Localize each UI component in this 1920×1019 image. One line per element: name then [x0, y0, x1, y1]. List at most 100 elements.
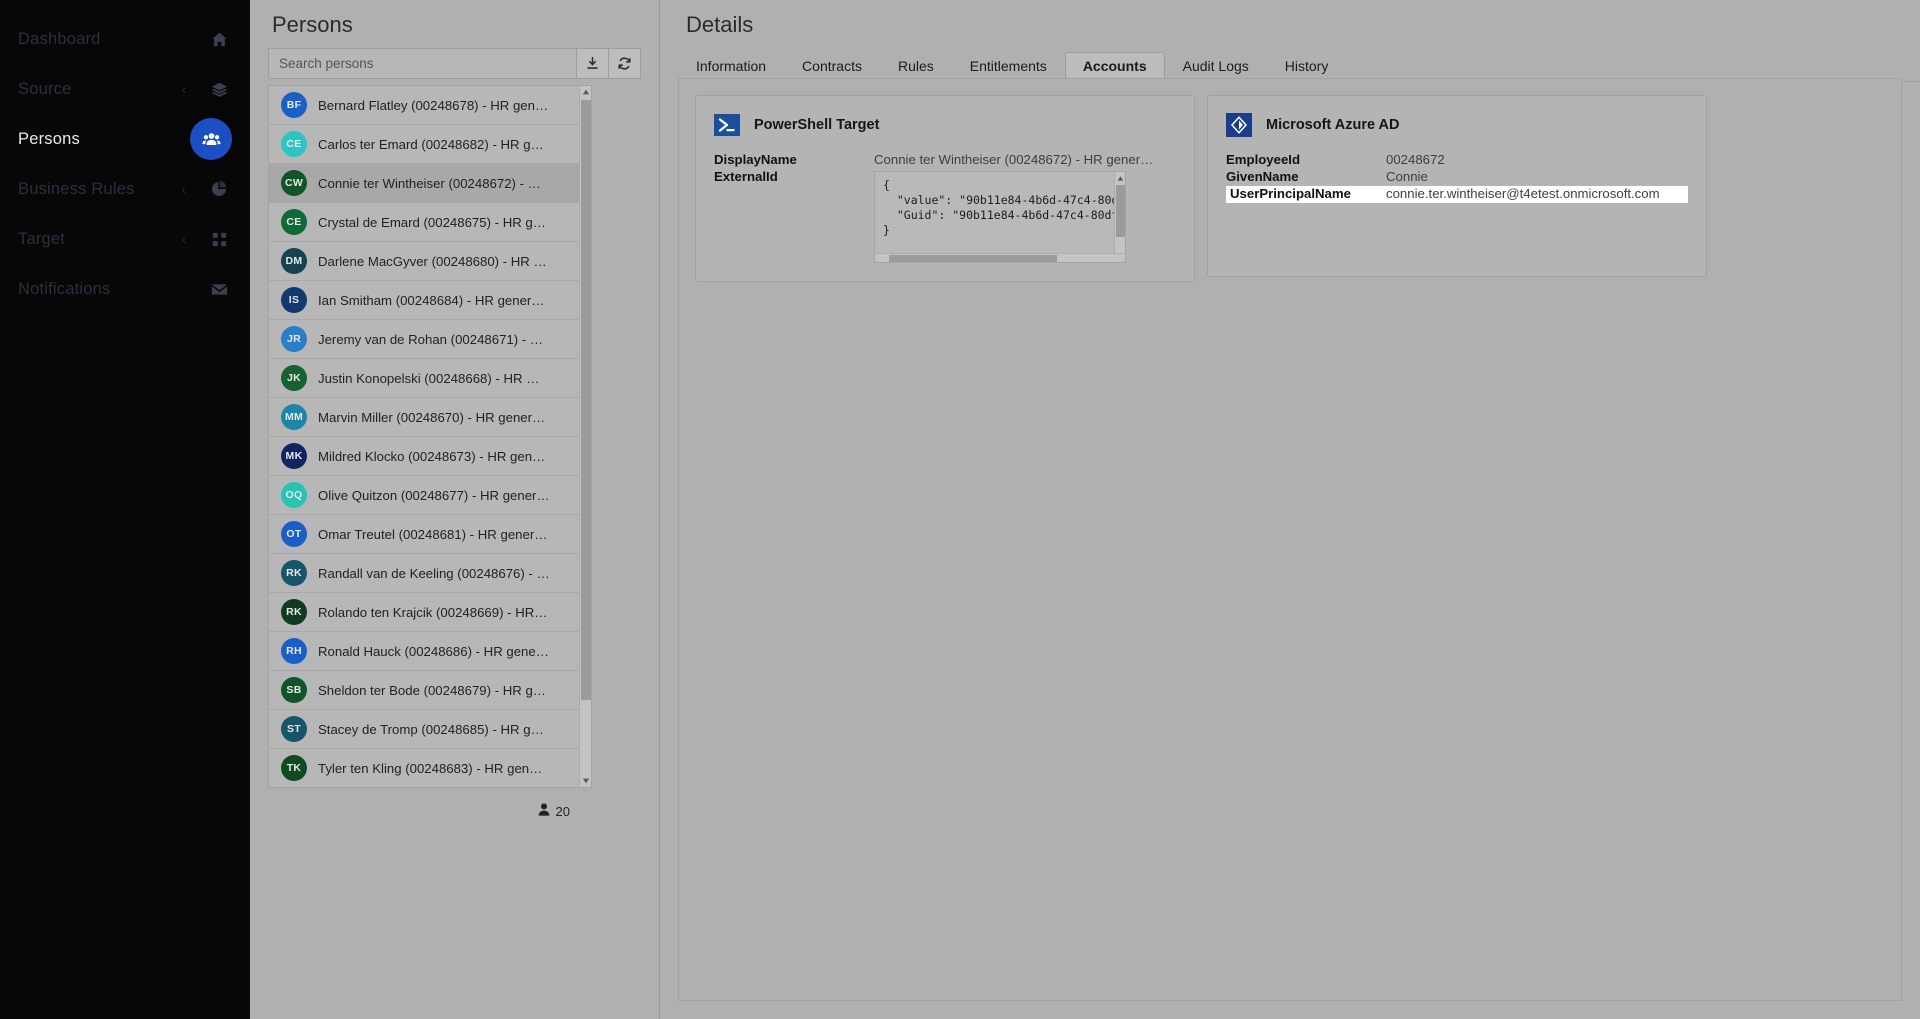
- details-pane: Details Information Contracts Rules Entitle…: [660, 0, 1920, 1019]
- avatar: RK: [281, 560, 307, 586]
- home-icon: [206, 26, 232, 52]
- persons-list[interactable]: BF Bernard Flatley (00248678) - HR gen… CE…: [269, 86, 579, 787]
- externalid-code-box[interactable]: { "value": "90b11e84-4b6d-47c4-80df-60d …: [874, 171, 1126, 263]
- attribute-row-externalid: ExternalId { "value": "90b11e84-4b6d-47c…: [714, 169, 1176, 263]
- azure-ad-card: Microsoft Azure AD EmployeeId 00248672 Giv…: [1207, 95, 1707, 277]
- person-list-item[interactable]: CW Connie ter Wintheiser (00248672) - …: [269, 164, 579, 203]
- person-list-item[interactable]: SB Sheldon ter Bode (00248679) - HR g…: [269, 671, 579, 710]
- attribute-value: Connie: [1386, 169, 1428, 184]
- app-window: Dashboard Source ‹ Persons Business Rules ‹ Ta…: [0, 0, 1920, 1019]
- avatar: CE: [281, 209, 307, 235]
- attribute-row: GivenName Connie: [1226, 169, 1688, 186]
- code-horizontal-scrollbar[interactable]: [875, 253, 1125, 262]
- code-scroll-up-icon[interactable]: [1115, 172, 1125, 184]
- search-input[interactable]: [268, 48, 577, 79]
- person-name-label: Carlos ter Emard (00248682) - HR g…: [318, 136, 544, 152]
- person-list-item[interactable]: TK Tyler ten Kling (00248683) - HR gen…: [269, 749, 579, 787]
- person-list-item[interactable]: CE Crystal de Emard (00248675) - HR g…: [269, 203, 579, 242]
- sidebar-item-business-rules[interactable]: Business Rules ‹: [0, 164, 250, 214]
- avatar: ST: [281, 716, 307, 742]
- person-list-item[interactable]: RH Ronald Hauck (00248686) - HR gene…: [269, 632, 579, 671]
- person-list-item[interactable]: RK Randall van de Keeling (00248676) - …: [269, 554, 579, 593]
- account-cards-row: PowerShell Target DisplayName Connie ter…: [695, 95, 1885, 282]
- person-list-item[interactable]: OT Omar Treutel (00248681) - HR gener…: [269, 515, 579, 554]
- person-list-item[interactable]: CE Carlos ter Emard (00248682) - HR g…: [269, 125, 579, 164]
- people-icon: [190, 118, 232, 160]
- person-list-item[interactable]: IS Ian Smitham (00248684) - HR gener…: [269, 281, 579, 320]
- scroll-down-arrow-icon[interactable]: [580, 775, 591, 787]
- code-vertical-scrollbar[interactable]: [1114, 172, 1125, 262]
- powershell-icon: [714, 112, 740, 138]
- page-title: Persons: [272, 12, 353, 37]
- avatar: CW: [281, 170, 307, 196]
- code-scrollbar-thumb[interactable]: [1116, 185, 1125, 237]
- details-title: Details: [686, 12, 754, 37]
- sidebar-item-label: Business Rules: [18, 179, 135, 198]
- person-list-item[interactable]: ST Stacey de Tromp (00248685) - HR g…: [269, 710, 579, 749]
- person-name-label: Omar Treutel (00248681) - HR gener…: [318, 526, 548, 542]
- avatar: OQ: [281, 482, 307, 508]
- scrollbar-thumb[interactable]: [581, 100, 591, 700]
- sidebar-item-persons[interactable]: Persons: [0, 114, 250, 164]
- azure-ad-icon: [1226, 112, 1252, 138]
- avatar: DM: [281, 248, 307, 274]
- attribute-key: UserPrincipalName: [1226, 186, 1386, 203]
- refresh-button[interactable]: [609, 48, 641, 79]
- person-list-item[interactable]: DM Darlene MacGyver (00248680) - HR …: [269, 242, 579, 281]
- person-name-label: Tyler ten Kling (00248683) - HR gen…: [318, 760, 543, 776]
- sidebar-item-source[interactable]: Source ‹: [0, 64, 250, 114]
- card-header: PowerShell Target: [714, 112, 1176, 138]
- code-hscrollbar-thumb[interactable]: [889, 255, 1057, 262]
- person-list-item[interactable]: JK Justin Konopelski (00248668) - HR …: [269, 359, 579, 398]
- card-title: PowerShell Target: [754, 117, 880, 133]
- persons-count: 20: [555, 803, 570, 819]
- person-name-label: Crystal de Emard (00248675) - HR g…: [318, 214, 546, 230]
- attribute-key: GivenName: [1226, 169, 1299, 184]
- chevron-left-icon[interactable]: ‹: [180, 232, 188, 246]
- export-button[interactable]: [577, 48, 609, 79]
- person-name-label: Justin Konopelski (00248668) - HR …: [318, 370, 540, 386]
- avatar: RH: [281, 638, 307, 664]
- attribute-key: ExternalId: [714, 169, 778, 184]
- attribute-row-displayname: DisplayName Connie ter Wintheiser (00248…: [714, 152, 1176, 167]
- avatar: OT: [281, 521, 307, 547]
- avatar: SB: [281, 677, 307, 703]
- powershell-target-card: PowerShell Target DisplayName Connie ter…: [695, 95, 1195, 282]
- persons-list-scrollbar[interactable]: [579, 86, 591, 787]
- chevron-left-icon[interactable]: ‹: [180, 182, 188, 196]
- avatar: MM: [281, 404, 307, 430]
- download-icon: [585, 56, 600, 71]
- person-list-item[interactable]: MM Marvin Miller (00248670) - HR gener…: [269, 398, 579, 437]
- avatar: JK: [281, 365, 307, 391]
- persons-toolbar: [250, 48, 659, 79]
- person-list-item[interactable]: MK Mildred Klocko (00248673) - HR gen…: [269, 437, 579, 476]
- sidebar-item-dashboard[interactable]: Dashboard: [0, 14, 250, 64]
- person-list-item[interactable]: BF Bernard Flatley (00248678) - HR gen…: [269, 86, 579, 125]
- person-name-label: Mildred Klocko (00248673) - HR gen…: [318, 448, 546, 464]
- chevron-left-icon[interactable]: ‹: [180, 82, 188, 96]
- person-list-item[interactable]: RK Rolando ten Krajcik (00248669) - HR…: [269, 593, 579, 632]
- layers-icon: [206, 76, 232, 102]
- scroll-up-arrow-icon[interactable]: [580, 86, 591, 98]
- avatar: IS: [281, 287, 307, 313]
- attribute-value: Connie ter Wintheiser (00248672) - HR ge…: [874, 152, 1154, 167]
- person-name-label: Stacey de Tromp (00248685) - HR g…: [318, 721, 544, 737]
- sidebar-item-notifications[interactable]: Notifications: [0, 264, 250, 314]
- card-title: Microsoft Azure AD: [1266, 117, 1400, 133]
- accounts-panel: PowerShell Target DisplayName Connie ter…: [678, 78, 1902, 1001]
- sidebar-item-label: Persons: [18, 129, 80, 148]
- pie-chart-icon: [206, 176, 232, 202]
- sidebar-item-target[interactable]: Target ‹: [0, 214, 250, 264]
- person-name-label: Sheldon ter Bode (00248679) - HR g…: [318, 682, 546, 698]
- person-icon: [538, 803, 550, 819]
- avatar: JR: [281, 326, 307, 352]
- person-name-label: Rolando ten Krajcik (00248669) - HR…: [318, 604, 548, 620]
- attribute-value: connie.ter.wintheiser@t4etest.onmicrosof…: [1386, 186, 1688, 203]
- person-list-item[interactable]: JR Jeremy van de Rohan (00248671) - …: [269, 320, 579, 359]
- person-name-label: Jeremy van de Rohan (00248671) - …: [318, 331, 544, 347]
- avatar: BF: [281, 92, 307, 118]
- person-list-item[interactable]: OQ Olive Quitzon (00248677) - HR gener…: [269, 476, 579, 515]
- person-name-label: Ronald Hauck (00248686) - HR gene…: [318, 643, 549, 659]
- avatar: CE: [281, 131, 307, 157]
- person-name-label: Marvin Miller (00248670) - HR gener…: [318, 409, 546, 425]
